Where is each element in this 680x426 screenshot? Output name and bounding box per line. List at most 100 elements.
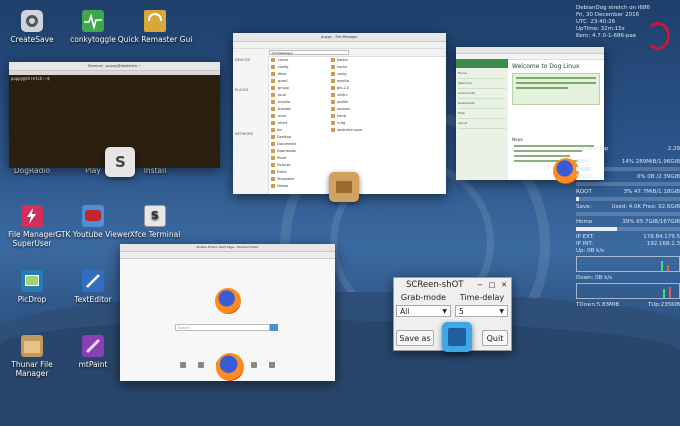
time-delay-select[interactable]: 5 ▼ (455, 305, 508, 317)
folder-icon (271, 65, 275, 69)
conky-save-label: Save: (576, 204, 592, 210)
file-item[interactable]: temp (331, 113, 346, 119)
file-item[interactable]: x.cfg (331, 120, 345, 126)
file-item[interactable]: Pictures (271, 162, 290, 168)
grab-mode-select[interactable]: All ▼ (396, 305, 451, 317)
chevron-down-icon: ▼ (442, 308, 447, 315)
file-item[interactable]: .mozilla (271, 99, 290, 105)
conky-uptime: UpTime: 32m:15s (576, 26, 680, 33)
file-item[interactable]: mozilla (331, 78, 349, 84)
file-item[interactable]: xinitrc (331, 92, 348, 98)
file-manager-window[interactable]: puppy - File Manager /home/puppy/ DEVICE… (233, 33, 446, 194)
screenshot-app-icon (442, 322, 472, 352)
conky-up-label: Up: 0B k/s (576, 248, 605, 254)
file-item[interactable]: gtk-2.0 (331, 85, 349, 91)
conky-root-bar (576, 197, 680, 201)
file-item[interactable]: Desktop (271, 134, 291, 140)
remaster-icon (144, 10, 166, 32)
dog-sidebar-header (456, 59, 508, 68)
conky-save-value: Used: 4.0K Free: 92.6GiB (611, 204, 680, 210)
file-list: .cache .config .dbus .gconf .gnupg .local .moz… (271, 57, 444, 192)
file-item[interactable]: Music (271, 155, 287, 161)
conky-monitor: DebianDog stretch on i686 Fri, 30 Decemb… (576, 0, 680, 309)
file-item[interactable]: .local (271, 92, 286, 98)
close-icon[interactable]: ✕ (499, 278, 509, 292)
conky-swap-bar (576, 182, 680, 186)
conky-mem: MEM 14% 289MiB/1.96GiB (576, 159, 680, 166)
conky-home-fill (576, 227, 617, 231)
conky-root-label: ROOT (576, 189, 592, 195)
paint-icon (82, 335, 104, 357)
folder-icon (271, 128, 275, 132)
firefox-search-button[interactable] (270, 324, 278, 331)
desktop-icon-quick-remaster[interactable]: Quick Remaster Gui (117, 10, 193, 44)
folder-icon (271, 58, 275, 62)
conky-tup-label: TUp: (647, 302, 661, 308)
sidebar-network: NETWORK (235, 132, 253, 136)
firefox-search-input[interactable]: Search (175, 324, 270, 331)
file-item[interactable]: conky (331, 71, 347, 77)
file-item[interactable]: cache (331, 64, 347, 70)
conky-root-fill (576, 197, 580, 201)
conky-ipext-value: 178.84.179.5 (643, 234, 680, 240)
file-item[interactable]: dostretch-save (331, 127, 362, 133)
file-item[interactable]: Public (271, 169, 287, 175)
file-item[interactable]: Documents (271, 141, 296, 147)
file-item[interactable]: .gconf (271, 78, 288, 84)
file-item[interactable]: .themes (271, 106, 291, 112)
dog-menu-item[interactable]: Welcome (458, 79, 506, 89)
file-manager-sidebar: DEVICES PLACES NETWORK (233, 56, 269, 194)
conky-tup-value: 235KiB (660, 302, 680, 308)
file-manager-path[interactable]: /home/puppy/ (269, 50, 349, 55)
desktop-icon-label: Xfce Terminal (129, 230, 181, 239)
file-item[interactable]: Templates (271, 176, 294, 182)
dog-menu-item[interactable]: Home (458, 69, 506, 79)
time-delay-label: Time-delay (459, 293, 505, 302)
file-item[interactable]: profile (331, 99, 348, 105)
minimize-icon[interactable]: − (475, 278, 485, 292)
conky-save: Save: Used: 4.0K Free: 92.6GiB (576, 204, 680, 211)
file-item[interactable]: Downloads (271, 148, 296, 154)
picture-icon (21, 270, 43, 292)
file-manager-menubar (233, 42, 446, 49)
conky-ipint: IP INT: 192.168.1.3 (576, 241, 680, 248)
conky-home-label: Home (576, 219, 593, 225)
folder-icon (271, 121, 275, 125)
conky-down-graph (576, 283, 680, 299)
dog-menu-item[interactable]: Help (458, 109, 506, 119)
file-item[interactable]: bin (271, 127, 282, 133)
file-item[interactable]: .cache (271, 57, 288, 63)
tube-icon (82, 205, 104, 227)
grab-mode-value: All (400, 307, 410, 316)
conky-save-bar (576, 212, 680, 216)
conky-swap-value: 0% 0B /2.39GiB (636, 174, 680, 180)
dog-menu-item[interactable]: Community (458, 89, 506, 99)
conky-tup: TUp:235KiB (648, 302, 680, 309)
gear-icon (21, 10, 43, 32)
desktop-icon-xfce-terminal[interactable]: S Xfce Terminal (117, 205, 193, 239)
dog-menu-item[interactable]: About (458, 119, 506, 129)
file-item[interactable]: sources (331, 106, 350, 112)
file-item[interactable]: .wine (271, 113, 286, 119)
file-item[interactable]: .dbus (271, 71, 286, 77)
conky-home-value: 39% 65.7GiB/167GiB (622, 219, 680, 225)
sidebar-devices: DEVICES (235, 58, 251, 62)
conky-home: Home 39% 65.7GiB/167GiB (576, 219, 680, 226)
save-as-button[interactable]: Save as (396, 330, 434, 346)
maximize-icon[interactable]: □ (487, 278, 497, 292)
conky-ipext-label: IP EXT: (576, 234, 595, 240)
dog-menu-item[interactable]: Downloads (458, 99, 506, 109)
lightning-folder-icon (21, 205, 43, 227)
quit-button[interactable]: Quit (482, 330, 508, 346)
dog-sidebar: Home Welcome Community Downloads Help About (456, 59, 508, 180)
file-item[interactable]: bashrc (331, 57, 348, 63)
file-item[interactable]: Videos (271, 183, 288, 189)
conky-session: ide-desktop 2.29 (576, 146, 680, 153)
file-manager-title: puppy - File Manager (233, 33, 446, 42)
file-item[interactable]: .xfce4 (271, 120, 287, 126)
file-item[interactable]: .gnupg (271, 85, 289, 91)
desktop: CreateSave conkytoggle Quick Remaster Gu… (0, 0, 680, 426)
file-item[interactable]: .config (271, 64, 288, 70)
terminal-icon: S (144, 205, 166, 227)
dog-news-heading: News (512, 137, 523, 142)
